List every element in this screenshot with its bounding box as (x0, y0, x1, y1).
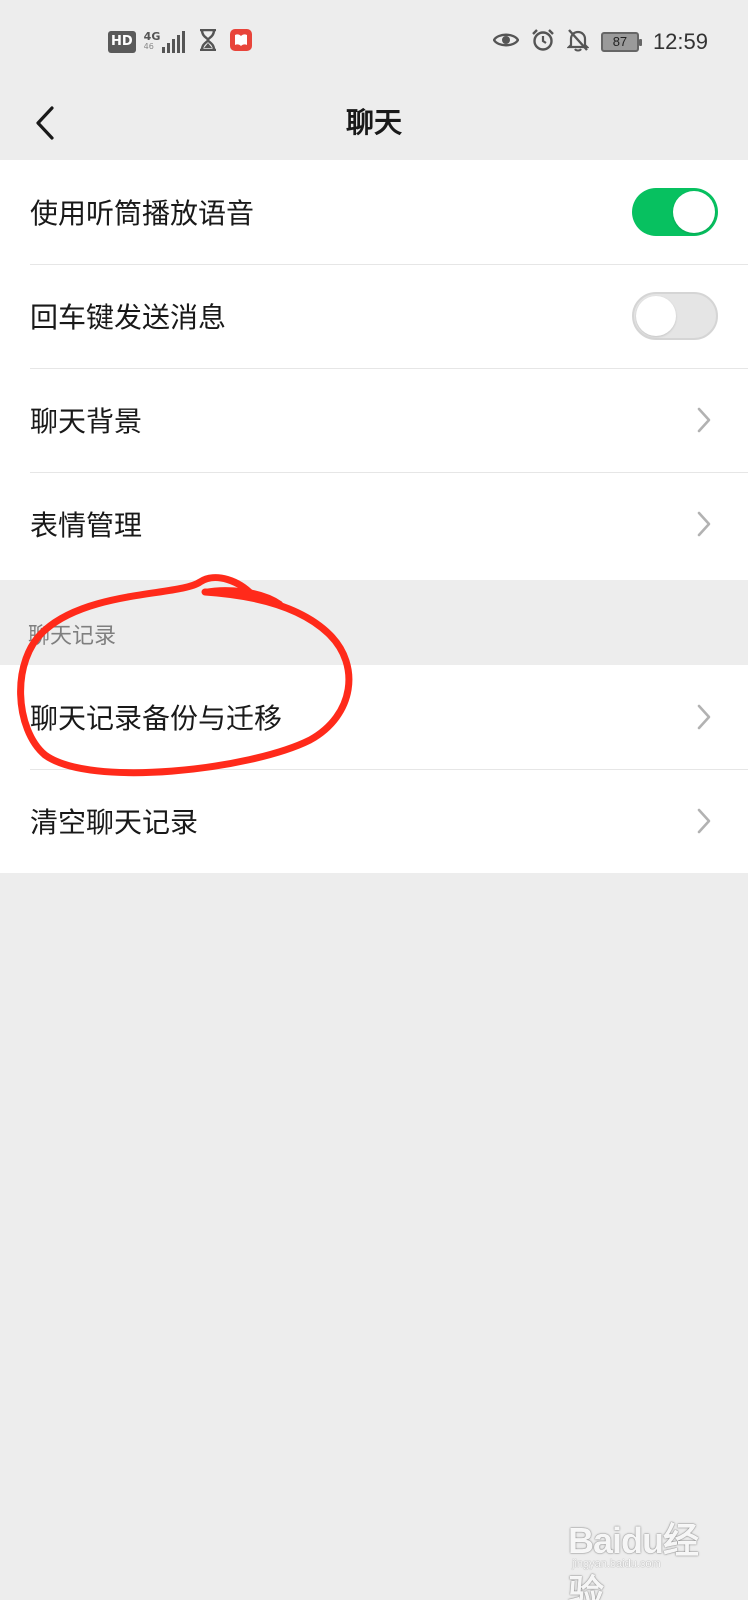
status-time: 12:59 (652, 29, 708, 54)
setting-sticker-management[interactable]: 表情管理 (0, 472, 748, 576)
settings-group-general: 使用听筒播放语音 回车键发送消息 聊天背景 表情管理 (0, 160, 748, 580)
mute-bell-icon (566, 28, 590, 56)
status-left: HD 4G 46 (108, 28, 265, 56)
battery-icon: 87 (600, 32, 642, 52)
setting-label: 聊天记录备份与迁移 (30, 702, 283, 735)
setting-label: 聊天背景 (30, 405, 143, 438)
watermark-brand: Baidu经验 (568, 1520, 699, 1600)
alarm-icon (531, 28, 555, 56)
book-app-icon (229, 28, 253, 56)
chevron-right-icon (692, 405, 716, 435)
back-button[interactable] (22, 100, 68, 146)
enter-send-toggle[interactable] (632, 292, 718, 340)
chevron-right-icon (692, 806, 716, 836)
chevron-right-icon (692, 509, 716, 539)
setting-chat-background[interactable]: 聊天背景 (0, 368, 748, 472)
settings-group-chat-history: 聊天记录备份与迁移 清空聊天记录 (0, 665, 748, 873)
battery-level: 87 (612, 34, 628, 49)
signal-icon (162, 31, 187, 53)
page-title: 聊天 (345, 106, 402, 139)
network-label: 4G (143, 30, 161, 43)
network-sub-label: 46 (143, 42, 154, 51)
network-type: 4G 46 (143, 30, 161, 52)
earpiece-toggle[interactable] (632, 188, 718, 236)
baidu-watermark: Baidu经验 jingyan.baidu.com (568, 1500, 718, 1600)
setting-clear-history[interactable]: 清空聊天记录 (0, 769, 748, 873)
chevron-left-icon (36, 106, 54, 140)
setting-label: 清空聊天记录 (30, 806, 199, 839)
toggle-knob (636, 296, 676, 336)
setting-earpiece-playback[interactable]: 使用听筒播放语音 (0, 160, 748, 264)
nav-bar: 聊天 (0, 86, 748, 160)
hd-badge: HD (108, 31, 136, 53)
hourglass-icon (199, 28, 217, 55)
setting-label: 使用听筒播放语音 (30, 197, 255, 230)
toggle-knob (673, 191, 715, 233)
setting-label: 表情管理 (30, 509, 143, 542)
setting-backup-migrate[interactable]: 聊天记录备份与迁移 (0, 665, 748, 769)
section-header-chat-history: 聊天记录 (28, 624, 117, 649)
setting-enter-to-send[interactable]: 回车键发送消息 (0, 264, 748, 368)
setting-label: 回车键发送消息 (30, 301, 227, 334)
status-right: 87 12:59 (492, 26, 708, 58)
status-bar: HD 4G 46 87 12:59 (0, 0, 748, 86)
eye-icon (492, 31, 520, 53)
chevron-right-icon (692, 702, 716, 732)
watermark-url: jingyan.baidu.com (572, 1558, 661, 1570)
